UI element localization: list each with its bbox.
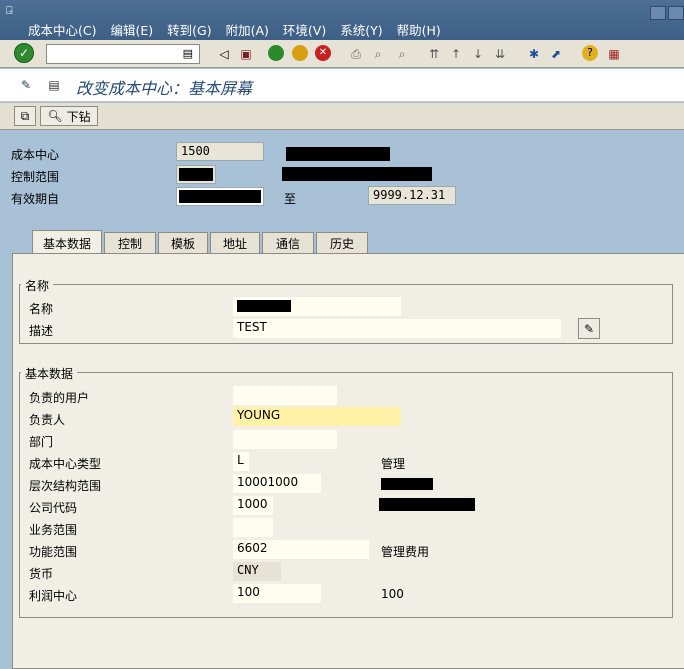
person-responsible-label: 负责人 bbox=[29, 413, 66, 427]
controlling-area-field[interactable] bbox=[176, 165, 216, 184]
controlling-area-label: 控制范围 bbox=[11, 170, 60, 184]
department-field[interactable] bbox=[233, 430, 337, 449]
next-page-icon[interactable]: ↓ bbox=[468, 44, 488, 64]
find-next-icon[interactable]: ⌕ bbox=[392, 44, 412, 64]
company-code-field[interactable]: 1000 bbox=[233, 496, 273, 515]
command-history-icon[interactable]: ▤ bbox=[183, 47, 193, 60]
tab-basic-data[interactable]: 基本数据 bbox=[32, 230, 102, 255]
other-cost-center-icon[interactable]: ▤ bbox=[44, 75, 64, 95]
drilldown-button[interactable]: 🔍︎ 下钻 bbox=[40, 106, 98, 126]
menu-cost-center[interactable]: 成本中心(C) bbox=[28, 20, 96, 39]
name-field[interactable] bbox=[233, 297, 401, 316]
collapse-triangle-icon[interactable]: ◁ bbox=[214, 44, 234, 64]
copy-icon[interactable]: ⧉ bbox=[14, 106, 36, 126]
find-icon[interactable]: ⌕ bbox=[368, 44, 388, 64]
title-bar: ✎ ▤ 改变成本中心：基本屏幕 bbox=[0, 69, 684, 102]
maximize-button[interactable] bbox=[668, 6, 684, 20]
person-responsible-field[interactable]: YOUNG bbox=[233, 407, 401, 426]
description-field[interactable]: TEST bbox=[233, 319, 561, 338]
menu-environment[interactable]: 环境(V) bbox=[283, 20, 326, 39]
cancel-icon[interactable]: ✕ bbox=[315, 45, 331, 61]
hierarchy-area-label: 层次结构范围 bbox=[29, 479, 102, 493]
company-code-label: 公司代码 bbox=[29, 501, 78, 515]
help-icon[interactable]: ? bbox=[582, 45, 598, 61]
menu-bar: ⍈ 成本中心(C) 编辑(E) 转到(G) 附加(A) 环境(V) 系统(Y) … bbox=[0, 0, 684, 40]
cost-center-label: 成本中心 bbox=[11, 148, 60, 162]
tab-communication[interactable]: 通信 bbox=[262, 232, 314, 254]
responsible-user-label: 负责的用户 bbox=[29, 391, 90, 405]
window-controls bbox=[650, 6, 684, 20]
redacted-hierarchy-text bbox=[381, 478, 433, 490]
business-area-label: 业务范围 bbox=[29, 523, 78, 537]
currency-field[interactable]: CNY bbox=[233, 562, 281, 581]
valid-to-field[interactable]: 9999.12.31 bbox=[368, 186, 456, 205]
menu-system[interactable]: 系统(Y) bbox=[340, 20, 382, 39]
magnifier-icon: 🔍︎ bbox=[47, 109, 63, 123]
functional-area-field[interactable]: 6602 bbox=[233, 540, 369, 559]
names-group-title: 名称 bbox=[21, 277, 54, 294]
menu-list: 成本中心(C) 编辑(E) 转到(G) 附加(A) 环境(V) 系统(Y) 帮助… bbox=[28, 20, 455, 39]
tab-history[interactable]: 历史 bbox=[316, 232, 368, 254]
command-field[interactable]: ▤ bbox=[46, 44, 200, 64]
department-label: 部门 bbox=[29, 435, 54, 449]
valid-from-label: 有效期自 bbox=[11, 192, 60, 206]
profit-center-field[interactable]: 100 bbox=[233, 584, 321, 603]
drilldown-label: 下钻 bbox=[66, 109, 91, 124]
redacted-controlling-area-text bbox=[282, 167, 432, 181]
new-session-icon[interactable]: ✱ bbox=[524, 44, 544, 64]
business-area-field[interactable] bbox=[233, 518, 273, 537]
cost-center-category-text: 管理 bbox=[381, 457, 406, 471]
functional-area-text: 管理费用 bbox=[381, 545, 430, 559]
responsible-user-field[interactable] bbox=[233, 386, 337, 405]
cost-center-field[interactable]: 1500 bbox=[176, 142, 264, 161]
menu-edit[interactable]: 编辑(E) bbox=[110, 20, 153, 39]
profit-center-label: 利润中心 bbox=[29, 589, 78, 603]
display-change-icon[interactable]: ✎ bbox=[16, 75, 36, 95]
edit-text-icon[interactable]: ✎ bbox=[578, 318, 600, 339]
menu-help[interactable]: 帮助(H) bbox=[397, 20, 441, 39]
minimize-button[interactable] bbox=[650, 6, 666, 20]
standard-toolbar: ✓ ▤ ◁ ▣ ✕ ⎙ ⌕ ⌕ ⇈ ↑ ↓ ⇊ ✱ ⬈ ? ▦ bbox=[0, 40, 684, 68]
basic-data-group-title: 基本数据 bbox=[21, 365, 78, 382]
layout-menu-icon[interactable]: ▦ bbox=[604, 44, 624, 64]
save-icon[interactable]: ▣ bbox=[236, 44, 256, 64]
first-page-icon[interactable]: ⇈ bbox=[424, 44, 444, 64]
system-menu-icon[interactable]: ⍈ bbox=[6, 4, 20, 17]
application-toolbar: ⧉ 🔍︎ 下钻 bbox=[0, 103, 684, 130]
tab-control[interactable]: 控制 bbox=[104, 232, 156, 254]
enter-check-icon[interactable]: ✓ bbox=[14, 43, 34, 63]
previous-page-icon[interactable]: ↑ bbox=[446, 44, 466, 64]
tab-panel: 名称 名称 描述 TEST ✎ 基本数据 负责的用户 负责人 YOUNG 部门 … bbox=[12, 253, 684, 669]
redacted-company-text bbox=[379, 498, 475, 511]
profit-center-text: 100 bbox=[381, 587, 404, 601]
exit-icon[interactable] bbox=[292, 45, 308, 61]
shortcut-icon[interactable]: ⬈ bbox=[546, 44, 566, 64]
hierarchy-area-field[interactable]: 10001000 bbox=[233, 474, 321, 493]
menu-goto[interactable]: 转到(G) bbox=[167, 20, 211, 39]
tab-address[interactable]: 地址 bbox=[210, 232, 260, 254]
back-icon[interactable] bbox=[268, 45, 284, 61]
cost-center-category-field[interactable]: L bbox=[233, 452, 249, 471]
print-icon[interactable]: ⎙ bbox=[346, 44, 366, 64]
tab-template[interactable]: 模板 bbox=[158, 232, 208, 254]
menu-extras[interactable]: 附加(A) bbox=[226, 20, 269, 39]
to-label: 至 bbox=[284, 192, 297, 206]
page-title: 改变成本中心：基本屏幕 bbox=[76, 79, 253, 98]
redacted-cost-center-text bbox=[286, 147, 390, 161]
valid-from-field[interactable] bbox=[176, 187, 264, 206]
currency-label: 货币 bbox=[29, 567, 54, 581]
last-page-icon[interactable]: ⇊ bbox=[490, 44, 510, 64]
name-label: 名称 bbox=[29, 302, 54, 316]
description-label: 描述 bbox=[29, 324, 54, 338]
functional-area-label: 功能范围 bbox=[29, 545, 78, 559]
cost-center-category-label: 成本中心类型 bbox=[29, 457, 102, 471]
